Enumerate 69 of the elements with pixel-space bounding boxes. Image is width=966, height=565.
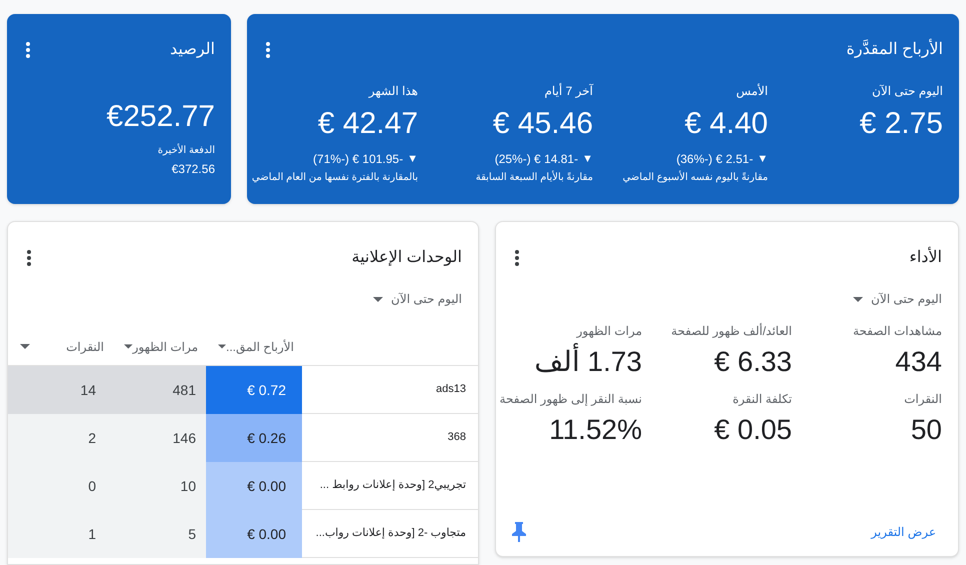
table-cell: 14: [8, 366, 112, 414]
stat-comparison: مقارنةً باليوم نفسه الأسبوع الماضي: [622, 170, 768, 185]
metric-value: € 0.05: [714, 413, 792, 447]
stat-value: € 45.46: [492, 106, 593, 142]
stat-value: € 2.75: [860, 106, 943, 142]
view-report-link[interactable]: عرض التقرير: [871, 523, 936, 541]
table-cell: 0: [8, 462, 112, 510]
pin-button[interactable]: [512, 522, 526, 542]
stat-label: آخر 7 أيام: [544, 82, 593, 100]
metric-label: النقرات: [904, 391, 942, 408]
metric-label: نسبة النقر إلى ظهور الصفحة: [500, 391, 642, 408]
card-title: الرصيد: [170, 40, 215, 60]
table-cell: € 0.26: [206, 414, 302, 462]
stat-label: هذا الشهر: [368, 83, 418, 100]
trend-arrow: ▼: [407, 152, 418, 167]
pin-icon: [512, 522, 526, 542]
metric-value: € 6.33: [714, 345, 792, 379]
table-cell: € 0.00: [206, 510, 302, 558]
range-dropdown[interactable]: اليوم حتى الآن: [373, 290, 462, 308]
metric-value: 50: [910, 413, 942, 447]
metric-value: 434: [895, 345, 942, 379]
range-dropdown[interactable]: اليوم حتى الآن: [853, 290, 942, 308]
balance-value: €252.77: [106, 99, 215, 135]
card-title: الأرباح المقدَّرة: [846, 38, 943, 62]
metric-label: مشاهدات الصفحة: [852, 323, 942, 340]
caret-icon: [373, 296, 384, 302]
stat-value: € 4.40: [684, 106, 768, 142]
column-header[interactable]: النقرات: [8, 338, 112, 356]
stat-change: -2.51 € (-36%): [676, 151, 754, 168]
column-header[interactable]: مرات الظهور: [112, 338, 206, 356]
stat-change: -14.81 € (-25%): [494, 151, 578, 168]
caret-icon: [20, 344, 30, 349]
stat-comparison: مقارنةً بالأيام السبعة السابقة: [476, 170, 593, 185]
table-cell: € 0.00: [206, 462, 302, 510]
more-menu-button[interactable]: [24, 249, 34, 267]
more-menu-button[interactable]: [263, 41, 273, 59]
more-icon: [266, 42, 270, 58]
metric-value: 1.73 ألف: [534, 344, 642, 380]
stat-change: -101.95 € (-71%): [313, 151, 404, 168]
trend-arrow: ▼: [582, 152, 593, 167]
table-cell: 481: [112, 366, 206, 414]
metric-label: تكلفة النقرة: [732, 391, 792, 408]
more-menu-button[interactable]: [512, 249, 522, 267]
table-cell: 2: [8, 414, 112, 462]
table-cell: 1: [8, 510, 112, 558]
table-cell: € 0.72: [206, 366, 302, 414]
last-payment-label: الدفعة الأخيرة: [158, 143, 215, 158]
table-cell: 5: [112, 510, 206, 558]
caret-icon: [218, 344, 226, 349]
table-cell: 10: [112, 462, 206, 510]
stat-value: € 42.47: [318, 106, 418, 142]
column-header[interactable]: الأرباح المق...: [206, 338, 302, 356]
metric-label: مرات الظهور: [576, 323, 642, 340]
table-cell: 146: [112, 414, 206, 462]
more-icon: [27, 250, 31, 266]
stat-label: الأمس: [736, 82, 768, 100]
card-title: الوحدات الإعلانية: [352, 248, 462, 268]
trend-arrow: ▼: [757, 152, 768, 167]
caret-icon: [124, 344, 133, 349]
metric-value: 11.52%: [549, 413, 642, 447]
more-icon: [515, 250, 519, 266]
metric-label: العائد/ألف ظهور للصفحة: [671, 322, 792, 340]
last-payment-value: €372.56: [172, 161, 215, 178]
card-title: الأداء: [909, 246, 942, 270]
stat-comparison: بالمقارنة بالفترة نفسها من العام الماضي: [252, 171, 418, 185]
stat-label: اليوم حتى الآن: [872, 83, 943, 100]
more-menu-button[interactable]: [23, 41, 33, 59]
more-icon: [26, 42, 30, 58]
caret-icon: [853, 296, 864, 302]
